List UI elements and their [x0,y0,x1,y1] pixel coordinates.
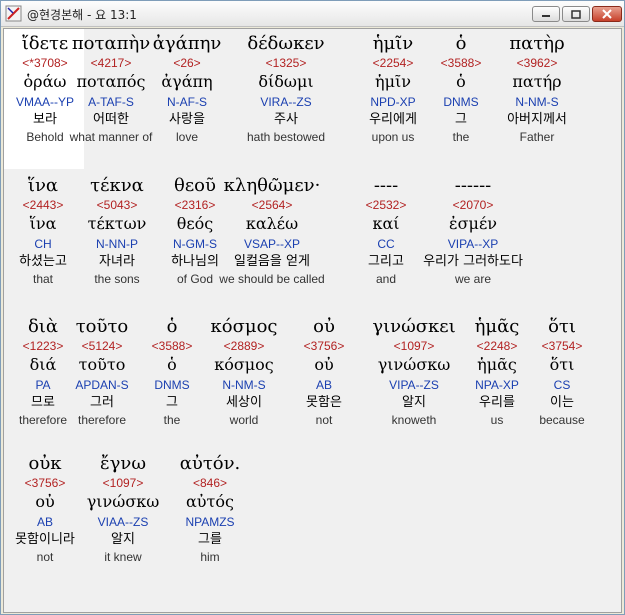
word-block[interactable]: ἀγάπην <26> ἀγάπη N-AF-S 사랑을 love [132,32,242,145]
english-gloss: hath bestowed [246,130,326,144]
strong-number: <846> [192,476,228,490]
maximize-button[interactable] [562,6,590,22]
lemma-word: αὐτός [186,492,234,511]
english-gloss: because [539,413,585,427]
english-gloss: Father [519,130,555,144]
parsing-code: N-AF-S [167,95,207,109]
korean-gloss: 사랑을 [169,112,205,127]
minimize-icon [542,15,550,17]
korean-gloss: 아버지께서 [507,112,567,127]
lemma-word: ἐσμέν [449,214,497,233]
word-block[interactable]: αὐτόν. <846> αὐτός NPAMZS 그를 him [155,452,265,565]
greek-word: ὅτι [548,316,576,337]
parsing-code: CS [553,378,571,392]
parsing-code: VIRA--ZS [260,95,312,109]
korean-gloss: 주사 [274,112,298,127]
lemma-word: ὅτι [549,355,575,374]
parsing-code: VSAP--XP [243,237,300,251]
word-block[interactable]: δέδωκεν <1325> δίδωμι VIRA--ZS 주사 hath bestow… [231,32,341,145]
lemma-word: ἀγάπη [161,72,213,91]
close-button[interactable] [592,6,622,22]
korean-gloss: 일컬음을 얻게 [234,254,310,269]
parsing-code: N-NM-S [515,95,559,109]
strong-number: <2564> [251,198,293,212]
greek-word: κληθῶμεν· [223,175,321,196]
parsing-code: VIPA--XP [447,237,499,251]
english-gloss: we are [454,272,492,286]
korean-gloss: 우리가 그러하도다 [423,254,523,269]
word-block[interactable]: πατὴρ <3962> πατήρ N-NM-S 아버지께서 Father [482,32,592,145]
lemma-word: πατήρ [512,72,562,91]
english-gloss: him [200,550,220,564]
close-icon [602,9,612,19]
lemma-word: δίδωμι [258,72,314,91]
greek-word: αὐτόν. [179,453,241,474]
strong-number: <3754> [541,339,583,353]
word-block[interactable]: ὅτι <3754> ὅτι CS 이는 because [507,315,617,428]
strong-number: <3962> [516,56,558,70]
greek-word: δέδωκεν [247,33,325,54]
english-gloss: love [175,130,198,144]
bible-window: @현경본해 - 요 13:1 ἴδετε <*3708> ὁράω VMAA--YP 보… [0,0,625,615]
word-block[interactable]: κληθῶμεν· <2564> καλέω VSAP--XP 일컬음을 얻게 we sh… [217,174,327,287]
strong-number: <1325> [265,56,307,70]
interlinear-view[interactable]: ἴδετε <*3708> ὁράω VMAA--YP 보라 Behold ποταπὴν <… [3,28,622,613]
parsing-code: NPAMZS [185,515,235,529]
strong-number: <2070> [452,198,494,212]
maximize-icon [571,9,581,19]
app-icon [5,5,22,22]
english-gloss: we should be called [219,272,325,286]
window-title: @현경본해 - 요 13:1 [27,8,137,22]
greek-word: ------ [454,175,492,196]
korean-gloss: 이는 [550,395,574,410]
strong-number: <26> [173,56,201,70]
title-bar[interactable]: @현경본해 - 요 13:1 [1,1,624,27]
lemma-word: καλέω [245,214,299,233]
word-block[interactable]: ------ <2070> ἐσμέν VIPA--XP 우리가 그러하도다 we are [418,174,528,287]
greek-word: πατὴρ [509,33,565,54]
korean-gloss: 그를 [198,532,222,547]
minimize-button[interactable] [532,6,560,22]
greek-word: ἀγάπην [152,33,222,54]
